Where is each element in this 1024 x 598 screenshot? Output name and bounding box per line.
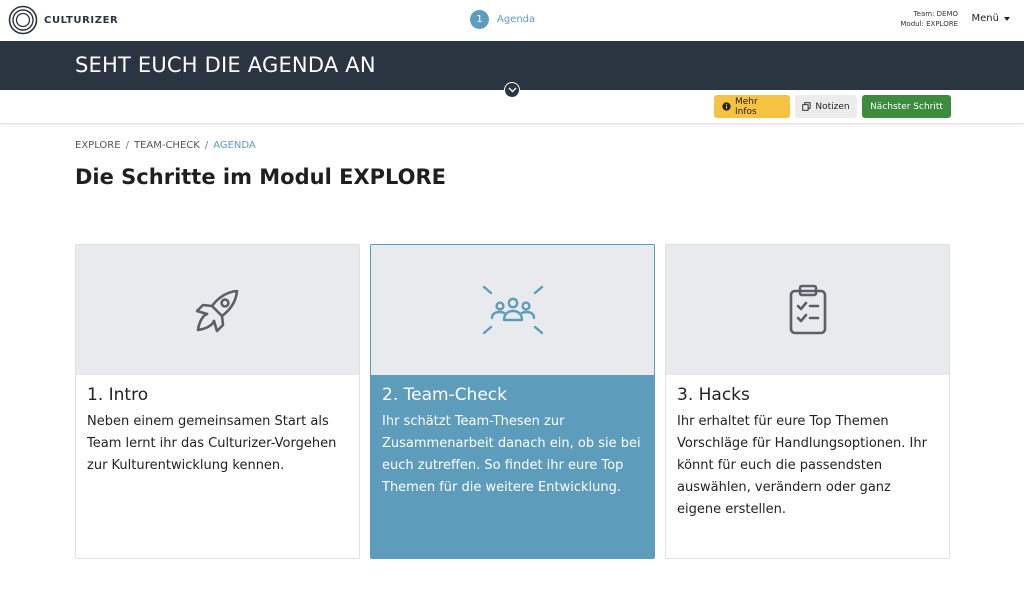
step-card-intro[interactable]: 1. Intro Neben einem gemeinsamen Start a…: [75, 244, 360, 559]
breadcrumb-team-check[interactable]: TEAM-CHECK: [134, 140, 200, 151]
collapse-toggle[interactable]: [504, 82, 520, 98]
top-navbar: CULTURIZER 1 Agenda Team: DEMO Modul: EX…: [0, 0, 1024, 41]
card-title: 3. Hacks: [677, 385, 750, 405]
logo-text: CULTURIZER: [44, 14, 119, 26]
card-text: Ihr schätzt Team-Thesen zur Zusammenarbe…: [382, 414, 641, 495]
step-number-badge: 1: [470, 10, 489, 29]
card-media: [76, 245, 359, 375]
card-title: 2. Team-Check: [382, 385, 507, 405]
card-title: 1. Intro: [87, 385, 149, 405]
team-line: Team: DEMO: [913, 10, 958, 18]
card-text: Ihr erhaltet für eure Top Themen Vorschl…: [677, 414, 927, 517]
team-icon: [482, 285, 543, 335]
module-line: Modul: EXPLORE: [900, 20, 958, 28]
step-card-team-check[interactable]: 2. Team-Check Ihr schätzt Team-Thesen zu…: [370, 244, 655, 559]
chevron-down-icon: [508, 87, 516, 93]
page-title: Die Schritte im Modul EXPLORE: [75, 165, 447, 189]
agenda-step[interactable]: 1 Agenda: [470, 10, 535, 29]
caret-down-icon: [1004, 16, 1010, 21]
notes-label: Notizen: [815, 101, 850, 112]
more-info-button[interactable]: Mehr Infos: [714, 95, 790, 118]
card-text: Neben einem gemeinsamen Start als Team l…: [87, 414, 337, 473]
next-step-button[interactable]: Nächster Schritt: [862, 95, 951, 118]
breadcrumb-separator: /: [204, 140, 209, 151]
rocket-icon: [195, 289, 238, 333]
menu-label: Menü: [971, 13, 999, 24]
breadcrumb-explore[interactable]: EXPLORE: [75, 140, 121, 151]
card-media: [371, 245, 654, 375]
breadcrumb-separator: /: [125, 140, 129, 151]
copy-icon: [802, 102, 811, 111]
menu-dropdown[interactable]: Menü: [972, 13, 1010, 24]
notes-button[interactable]: Notizen: [795, 95, 857, 118]
next-step-label: Nächster Schritt: [870, 101, 943, 112]
info-icon: [722, 102, 731, 111]
clipboard-icon: [789, 284, 826, 335]
logo-icon: [8, 5, 38, 35]
breadcrumb: EXPLORE / TEAM-CHECK / AGENDA: [75, 140, 256, 151]
breadcrumb-agenda: AGENDA: [213, 140, 256, 151]
card-media: [666, 245, 949, 375]
culturizer-logo[interactable]: CULTURIZER: [8, 5, 118, 35]
team-module-info: Team: DEMO Modul: EXPLORE: [900, 9, 958, 29]
more-info-label: Mehr Infos: [735, 96, 758, 117]
step-card-hacks[interactable]: 3. Hacks Ihr erhaltet für eure Top Theme…: [665, 244, 950, 559]
step-label: Agenda: [497, 14, 536, 25]
hero-title: SEHT EUCH DIE AGENDA AN: [75, 53, 376, 77]
